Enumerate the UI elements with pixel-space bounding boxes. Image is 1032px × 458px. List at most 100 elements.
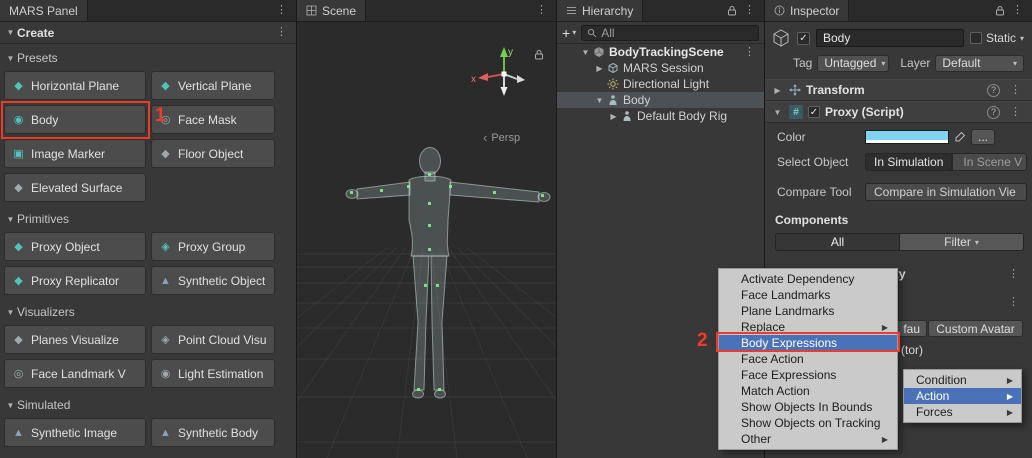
foldout-open-icon[interactable]: ▼: [771, 108, 784, 117]
hierarchy-item-default-body-rig[interactable]: ▶ Default Body Rig: [557, 108, 764, 124]
simulated-button-synthetic-image[interactable]: ▲Synthetic Image: [4, 418, 146, 447]
submenu-item-forces[interactable]: Forces▶: [904, 404, 1021, 420]
add-object-button[interactable]: + ▾: [562, 26, 576, 40]
foldout-closed-icon[interactable]: ▶: [593, 64, 606, 73]
primitive-button-proxy-object[interactable]: ◆Proxy Object: [4, 232, 146, 261]
help-icon[interactable]: ?: [987, 106, 1000, 119]
lock-icon[interactable]: [995, 5, 1005, 16]
primitive-button-synthetic-object[interactable]: ▲Synthetic Object: [151, 266, 275, 295]
foldout-open-icon[interactable]: ▼: [4, 215, 17, 224]
transform-component-header[interactable]: ▶ Transform ? ⋮: [765, 79, 1032, 101]
tab-mars-panel[interactable]: MARS Panel: [0, 0, 88, 21]
visualizer-button-light-estimation[interactable]: ◉Light Estimation: [151, 359, 275, 388]
custom-avatar-button[interactable]: Custom Avatar: [928, 320, 1023, 337]
menu-item-plane-landmarks[interactable]: Plane Landmarks: [719, 303, 897, 319]
hierarchy-item-directional-light[interactable]: Directional Light: [557, 76, 764, 92]
menu-item-body-expressions[interactable]: Body Expressions: [719, 335, 897, 351]
gizmo-y-axis-label[interactable]: y: [508, 47, 513, 58]
tab-inspector[interactable]: Inspector: [765, 0, 849, 21]
foldout-open-icon[interactable]: ▼: [4, 401, 17, 410]
proxy-component-header[interactable]: ▼ # ✓ Proxy (Script) ? ⋮: [765, 101, 1032, 123]
static-control[interactable]: Static ▾: [970, 31, 1024, 45]
visualizer-button-face-landmark[interactable]: ◎Face Landmark V: [4, 359, 146, 388]
hierarchy-item-mars-session[interactable]: ▶ MARS Session: [557, 60, 764, 76]
primitive-button-proxy-replicator[interactable]: ◆Proxy Replicator: [4, 266, 146, 295]
menu-item-show-objects-in-bounds[interactable]: Show Objects In Bounds: [719, 399, 897, 415]
component-kebab-icon[interactable]: ⋮: [1005, 107, 1026, 118]
hierarchy-menu-kebab-icon[interactable]: ⋮: [739, 5, 760, 16]
foldout-open-icon[interactable]: ▼: [4, 308, 17, 317]
select-in-simulation-button[interactable]: In Simulation: [865, 153, 952, 171]
menu-item-replace[interactable]: Replace▶: [719, 319, 897, 335]
proxy-enabled-checkbox[interactable]: ✓: [808, 106, 820, 118]
section-header-simulated[interactable]: ▼ Simulated: [0, 395, 296, 415]
foldout-open-icon[interactable]: ▼: [579, 48, 592, 57]
submenu-arrow-icon: ▶: [1007, 408, 1013, 417]
menu-item-face-action[interactable]: Face Action: [719, 351, 897, 367]
section-header-visualizers[interactable]: ▼ Visualizers: [0, 302, 296, 322]
gizmo-x-axis-label[interactable]: x: [471, 74, 476, 85]
visualizer-button-point-cloud[interactable]: ◈Point Cloud Visu: [151, 325, 275, 354]
avatar-button-partial[interactable]: fau: [893, 320, 927, 337]
menu-item-other[interactable]: Other▶: [719, 431, 897, 447]
foldout-closed-icon[interactable]: ▶: [607, 112, 620, 121]
filter-all-tab[interactable]: All: [776, 234, 900, 250]
orientation-gizmo[interactable]: y x: [471, 47, 525, 96]
menu-item-activate-dependency[interactable]: Activate Dependency: [719, 271, 897, 287]
horizontal-plane-icon: ◆: [12, 79, 25, 92]
visualizer-button-planes[interactable]: ◆Planes Visualize: [4, 325, 146, 354]
scene-viewport[interactable]: y x ‹ Persp: [297, 22, 556, 458]
tag-dropdown[interactable]: Untagged ▾: [817, 55, 889, 72]
select-in-scene-button[interactable]: In Scene V: [952, 153, 1027, 171]
section-header-presets[interactable]: ▼ Presets: [0, 48, 296, 68]
submenu-item-condition[interactable]: Condition▶: [904, 372, 1021, 388]
inspector-menu-kebab-icon[interactable]: ⋮: [1007, 5, 1028, 16]
tab-hierarchy[interactable]: Hierarchy: [557, 0, 643, 21]
projection-label[interactable]: ‹ Persp: [483, 130, 520, 145]
gameobject-active-checkbox[interactable]: ✓: [797, 32, 810, 45]
foldout-open-icon[interactable]: ▼: [4, 28, 17, 37]
hierarchy-item-bodytrackingscene[interactable]: ▼ BodyTrackingScene ⋮: [557, 44, 764, 60]
preset-button-body[interactable]: ◉Body: [4, 105, 146, 134]
menu-item-show-objects-on-tracking[interactable]: Show Objects on Tracking: [719, 415, 897, 431]
compare-in-simulation-button[interactable]: Compare in Simulation Vie: [865, 183, 1027, 201]
menu-item-face-expressions[interactable]: Face Expressions: [719, 367, 897, 383]
foldout-open-icon[interactable]: ▼: [4, 54, 17, 63]
primitive-button-proxy-group[interactable]: ◈Proxy Group: [151, 232, 275, 261]
menu-item-face-landmarks[interactable]: Face Landmarks: [719, 287, 897, 303]
layer-dropdown[interactable]: Default ▾: [935, 55, 1024, 72]
static-checkbox[interactable]: [970, 32, 982, 44]
preset-button-image-marker[interactable]: ▣Image Marker: [4, 139, 146, 168]
foldout-closed-icon[interactable]: ▶: [771, 86, 784, 95]
gameobject-name-field[interactable]: Body: [816, 29, 964, 47]
preset-button-vertical-plane[interactable]: ◆Vertical Plane: [151, 71, 275, 100]
proxy-entry-kebab-icon[interactable]: ⋮: [1003, 269, 1024, 280]
hierarchy-search-input[interactable]: All: [581, 25, 759, 41]
occluded-component-kebab-icon[interactable]: ⋮: [1003, 297, 1024, 308]
scene-lock-icon[interactable]: [534, 49, 544, 60]
lock-icon[interactable]: [727, 5, 737, 16]
preset-button-elevated-surface[interactable]: ◆Elevated Surface: [4, 173, 146, 202]
simulated-button-synthetic-body[interactable]: ▲Synthetic Body: [151, 418, 275, 447]
preset-button-floor-object[interactable]: ◆Floor Object: [151, 139, 275, 168]
submenu-arrow-icon: ▶: [882, 323, 888, 332]
preset-button-face-mask[interactable]: ◎Face Mask: [151, 105, 275, 134]
component-kebab-icon[interactable]: ⋮: [1005, 85, 1026, 96]
section-header-primitives[interactable]: ▼ Primitives: [0, 209, 296, 229]
create-menu-kebab-icon[interactable]: ⋮: [271, 27, 292, 38]
foldout-open-icon[interactable]: ▼: [593, 96, 606, 105]
filter-tab[interactable]: Filter ▾: [900, 234, 1023, 250]
color-options-button[interactable]: ...: [971, 129, 995, 145]
hierarchy-item-body[interactable]: ▼ Body: [557, 92, 764, 108]
scene-menu-kebab-icon[interactable]: ⋮: [531, 5, 552, 16]
tab-scene[interactable]: Scene: [297, 0, 366, 21]
mars-panel-menu-kebab-icon[interactable]: ⋮: [271, 5, 292, 16]
help-icon[interactable]: ?: [987, 84, 1000, 97]
submenu-item-action[interactable]: Action▶: [904, 388, 1021, 404]
proxy-color-swatch[interactable]: [865, 130, 949, 144]
eyedropper-icon[interactable]: [954, 131, 966, 143]
simulated-grid: ▲Synthetic Image ▲Synthetic Body: [0, 415, 296, 450]
scene-options-kebab-icon[interactable]: ⋮: [739, 47, 760, 58]
menu-item-match-action[interactable]: Match Action: [719, 383, 897, 399]
preset-button-horizontal-plane[interactable]: ◆Horizontal Plane: [4, 71, 146, 100]
